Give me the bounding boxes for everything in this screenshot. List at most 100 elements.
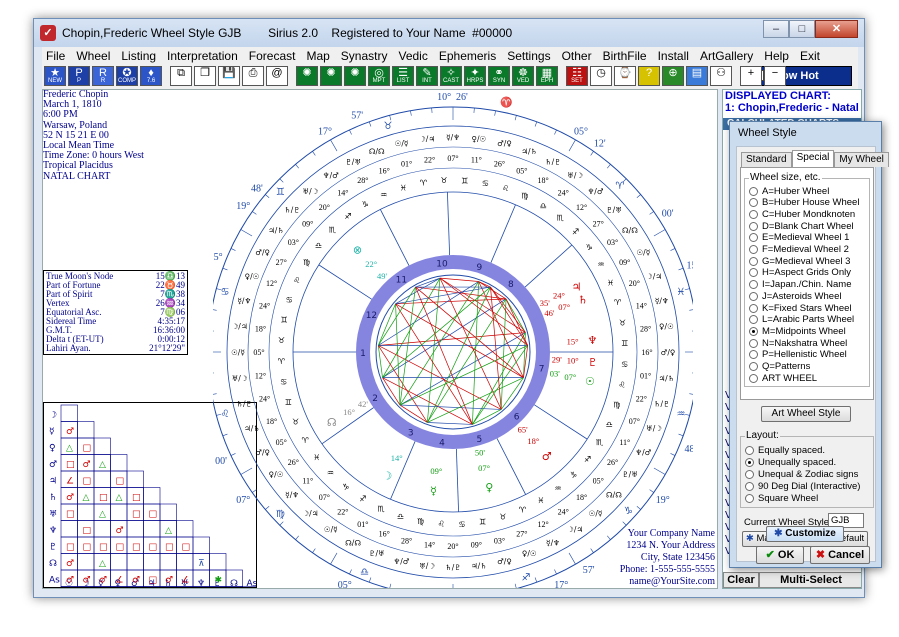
planet-glyph[interactable]: ☿ <box>430 485 437 498</box>
wheel-icon[interactable]: ✺ <box>296 66 318 86</box>
wheel-option-12[interactable]: M=Midpoints Wheel <box>749 325 846 337</box>
menu-exit[interactable]: Exit <box>796 49 824 63</box>
radio-button[interactable] <box>749 326 758 336</box>
radio-button[interactable] <box>749 280 758 290</box>
planet-glyph[interactable]: ♆ <box>588 334 598 347</box>
menu-install[interactable]: Install <box>654 49 693 63</box>
settings-icon[interactable]: ☷ SET <box>566 66 588 86</box>
version-icon[interactable]: ♦ 7.6 <box>140 66 162 86</box>
atlas-icon[interactable]: ⊕ <box>662 66 684 86</box>
close-button[interactable]: ✕ <box>815 20 858 38</box>
calendar-icon[interactable]: ▤ <box>686 66 708 86</box>
chart-wheel[interactable]: 10 9811121234 567♉♊♋♌♍♎♐♑♒♓♈10° 26' ♈05°12'0… <box>213 90 693 589</box>
menu-forecast[interactable]: Forecast <box>245 49 300 63</box>
radio-button[interactable] <box>749 221 758 231</box>
wheel-option-13[interactable]: N=Nakshatra Wheel <box>749 337 847 349</box>
layout-option-4[interactable]: Square Wheel <box>745 492 818 504</box>
help-icon[interactable]: ? <box>638 66 660 86</box>
wheel-icon[interactable]: ✺ <box>320 66 342 86</box>
wheel-option-6[interactable]: G=Medieval Wheel 3 <box>749 255 850 267</box>
save-icon[interactable]: 💾 <box>218 66 240 86</box>
wheel-option-2[interactable]: C=Huber Mondknoten <box>749 208 855 220</box>
menu-birthfile[interactable]: BirthFile <box>599 49 651 63</box>
planet-glyph[interactable]: ♄ <box>578 294 588 307</box>
radio-button[interactable] <box>749 186 758 196</box>
time-icon[interactable]: ⌚ <box>614 66 636 86</box>
wheel-option-3[interactable]: D=Blank Chart Wheel <box>749 220 854 232</box>
radio-button[interactable] <box>749 362 758 371</box>
radio-button[interactable] <box>749 291 758 301</box>
wheel-option-5[interactable]: F=Medieval Wheel 2 <box>749 244 849 256</box>
wheel-option-4[interactable]: E=Medieval Wheel 1 <box>749 232 849 244</box>
user-icon[interactable]: ⚇ <box>710 66 732 86</box>
radio-button[interactable] <box>749 209 758 219</box>
menu-listing[interactable]: Listing <box>117 49 160 63</box>
ok-button[interactable]: ✔ OK <box>756 546 804 564</box>
menu-wheel[interactable]: Wheel <box>72 49 114 63</box>
planet-glyph[interactable]: ♇ <box>588 356 598 369</box>
menu-artgallery[interactable]: ArtGallery <box>696 49 757 63</box>
copy-icon[interactable]: ❐ <box>194 66 216 86</box>
radio-button[interactable] <box>745 457 754 467</box>
radio-button[interactable] <box>749 373 758 383</box>
menu-settings[interactable]: Settings <box>503 49 554 63</box>
planet-glyph[interactable]: ☽ <box>382 470 392 483</box>
layout-option-1[interactable]: Unequally spaced. <box>745 456 836 468</box>
new-chart-icon[interactable]: ★ NEW <box>44 66 66 86</box>
tab-standard[interactable]: Standard <box>741 152 792 167</box>
clock-icon[interactable]: ◷ <box>590 66 612 86</box>
midpoint-icon[interactable]: ◎ MPT <box>368 66 390 86</box>
layout-option-2[interactable]: Unequal & Zodiac signs <box>745 468 858 480</box>
cast-icon[interactable]: ✧ CAST <box>440 66 462 86</box>
wheel-option-10[interactable]: K=Fixed Stars Wheel <box>749 302 852 314</box>
wheel-option-8[interactable]: I=Japan./Chin. Name <box>749 279 852 291</box>
clear-button[interactable]: Clear <box>723 572 759 588</box>
radio-button[interactable] <box>749 303 758 313</box>
menu-map[interactable]: Map <box>302 49 333 63</box>
synastry-icon[interactable]: ⚭ SYN <box>488 66 510 86</box>
menu-synastry[interactable]: Synastry <box>337 49 392 63</box>
menu-other[interactable]: Other <box>558 49 596 63</box>
radio-button[interactable] <box>749 256 758 266</box>
radio-button[interactable] <box>745 469 754 479</box>
wheel-option-1[interactable]: B=Huber House Wheel <box>749 197 859 209</box>
planet-glyph[interactable]: ♂ <box>542 450 552 463</box>
cancel-button[interactable]: ✖ Cancel <box>810 546 870 564</box>
layout-option-3[interactable]: 90 Deg Dial (Interactive) <box>745 480 860 492</box>
radio-button[interactable] <box>745 481 754 491</box>
wheel-option-11[interactable]: L=Arabic Parts Wheel <box>749 314 854 326</box>
zoom-in-icon[interactable]: + <box>740 66 762 86</box>
menu-interpretation[interactable]: Interpretation <box>163 49 242 63</box>
wheel-option-16[interactable]: ART WHEEL <box>749 372 817 384</box>
menu-help[interactable]: Help <box>760 49 793 63</box>
email-icon[interactable]: @ <box>266 66 288 86</box>
interpretation-icon[interactable]: ✎ INT <box>416 66 438 86</box>
menu-ephemeris[interactable]: Ephemeris <box>435 49 500 63</box>
radio-button[interactable] <box>745 493 754 503</box>
ephemeris-icon[interactable]: ▦ EPH <box>536 66 558 86</box>
wheel-option-7[interactable]: H=Aspect Grids Only <box>749 267 851 279</box>
planet-glyph[interactable]: ♀ <box>485 481 493 494</box>
radio-button[interactable] <box>749 268 758 278</box>
chart-area[interactable]: Frederic Chopin March 1, 1810 6:00 PM Warsa… <box>42 89 718 589</box>
tab-my-wheel[interactable]: My Wheel <box>834 152 889 167</box>
comparison-icon[interactable]: ✪ COMP <box>116 66 138 86</box>
list-icon[interactable]: ☰ LIST <box>392 66 414 86</box>
wheel-option-9[interactable]: J=Asteroids Wheel <box>749 290 841 302</box>
wheel-option-0[interactable]: A=Huber Wheel <box>749 185 829 197</box>
zoom-out-icon[interactable]: − <box>764 66 786 86</box>
wheel-icon[interactable]: ✺ <box>344 66 366 86</box>
progressed-icon[interactable]: PP <box>68 66 90 86</box>
planet-glyph[interactable]: ☉ <box>585 375 595 388</box>
art-wheel-style-button[interactable]: Art Wheel Style <box>761 406 851 422</box>
radio-button[interactable] <box>749 315 758 325</box>
cascade-icon[interactable]: ⧉ <box>170 66 192 86</box>
radio-button[interactable] <box>745 445 754 455</box>
planet-glyph[interactable]: ⊗ <box>353 244 362 257</box>
wheel-option-15[interactable]: Q=Patterns <box>749 361 810 373</box>
planet-glyph[interactable]: ♃ <box>572 280 582 293</box>
displayed-chart-name[interactable]: 1: Chopin,Frederic - Natal <box>723 102 861 114</box>
radio-button[interactable] <box>749 245 758 254</box>
wheel-option-14[interactable]: P=Hellenistic Wheel <box>749 349 847 361</box>
maximize-button[interactable]: □ <box>789 20 815 38</box>
